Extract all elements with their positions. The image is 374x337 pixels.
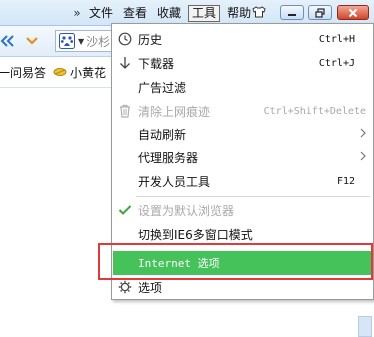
menu-item-shortcut: Ctrl+H	[318, 33, 355, 45]
menu-item-shortcut: F12	[336, 175, 355, 187]
menu-item-clear-history: 清除上网痕迹 Ctrl+Shift+Delete	[113, 99, 372, 123]
menu-file[interactable]: 文件	[86, 5, 116, 21]
menu-bar: » 文件 查看 收藏 工具 帮助	[70, 4, 258, 22]
clock-icon	[116, 30, 134, 48]
favorite-link-label: 一问易答	[0, 65, 47, 80]
menu-item-internet-options[interactable]: Internet 选项	[113, 251, 372, 275]
baidu-paw-icon	[58, 32, 76, 50]
menu-tools[interactable]: 工具	[188, 4, 221, 22]
browser-window: » 文件 查看 收藏 工具 帮助 ▼ 沙杉 一问易答 小黄花 历史 Ctrl+H…	[0, 0, 374, 337]
download-arrow-icon	[116, 54, 134, 72]
menu-item-set-default-browser: 设置为默认浏览器	[113, 198, 372, 222]
menu-item-ie6-mode[interactable]: 切换到IE6多窗口模式	[113, 222, 372, 246]
menu-item-developer-tools[interactable]: 开发人员工具 F12	[113, 169, 372, 193]
back-arrows-icon	[0, 35, 14, 47]
menu-item-label: 切换到IE6多窗口模式	[138, 227, 253, 242]
menu-item-downloader[interactable]: 下载器 Ctrl+J	[113, 51, 372, 75]
favorites-dropdown-button[interactable]	[23, 30, 41, 52]
menu-item-options[interactable]: 选项	[113, 275, 372, 299]
menu-item-ad-filter[interactable]: 广告过滤	[113, 75, 372, 99]
menu-separator	[136, 196, 370, 197]
close-button[interactable]	[337, 5, 369, 20]
search-placeholder: 沙杉	[86, 34, 111, 49]
close-icon	[348, 8, 358, 17]
bookmark-icon	[53, 68, 67, 76]
gear-icon	[116, 278, 134, 296]
menu-item-label: 广告过滤	[138, 80, 187, 95]
menu-item-auto-refresh[interactable]: 自动刷新	[113, 122, 372, 146]
menu-favorites[interactable]: 收藏	[154, 5, 184, 21]
menu-item-history[interactable]: 历史 Ctrl+H	[113, 27, 372, 51]
checkmark-icon	[116, 201, 134, 219]
menu-overflow-chevron[interactable]: »	[70, 6, 82, 20]
menu-item-label: 设置为默认浏览器	[138, 203, 235, 218]
scrollbar-thumb[interactable]	[358, 316, 372, 337]
menu-item-label: 清除上网痕迹	[138, 104, 211, 119]
menu-item-proxy-server[interactable]: 代理服务器	[113, 145, 372, 169]
favorite-link[interactable]: 一问易答	[0, 64, 46, 81]
menu-item-shortcut: Ctrl+Shift+Delete	[263, 105, 366, 117]
restore-icon	[315, 7, 325, 18]
back-forward-button[interactable]	[0, 30, 16, 52]
chevron-down-icon	[26, 37, 38, 45]
submenu-arrow-icon	[360, 127, 366, 141]
menu-item-label: Internet 选项	[138, 257, 220, 270]
menu-item-label: 自动刷新	[138, 127, 187, 142]
menu-view[interactable]: 查看	[120, 5, 150, 21]
menu-item-label: 选项	[138, 280, 163, 295]
tools-menu: 历史 Ctrl+H 下载器 Ctrl+J 广告过滤 清除上网痕迹 Ctrl+Sh…	[111, 23, 374, 300]
minimize-button[interactable]	[280, 5, 304, 20]
menu-item-label: 历史	[138, 32, 163, 47]
minimize-icon	[288, 13, 296, 16]
skin-shirt-icon[interactable]	[252, 6, 266, 18]
trash-icon	[116, 102, 134, 120]
menu-item-label: 代理服务器	[138, 150, 199, 165]
menu-item-label: 开发人员工具	[138, 174, 211, 189]
submenu-arrow-icon	[360, 150, 366, 164]
menu-help[interactable]: 帮助	[224, 5, 254, 21]
favorite-link[interactable]: 小黄花	[52, 64, 106, 81]
favorite-link-label: 小黄花	[70, 65, 107, 80]
search-engine-dropdown-icon[interactable]: ▼	[78, 37, 84, 46]
menu-item-shortcut: Ctrl+J	[318, 57, 355, 69]
menu-item-label: 下载器	[138, 56, 175, 71]
restore-button[interactable]	[308, 5, 332, 20]
